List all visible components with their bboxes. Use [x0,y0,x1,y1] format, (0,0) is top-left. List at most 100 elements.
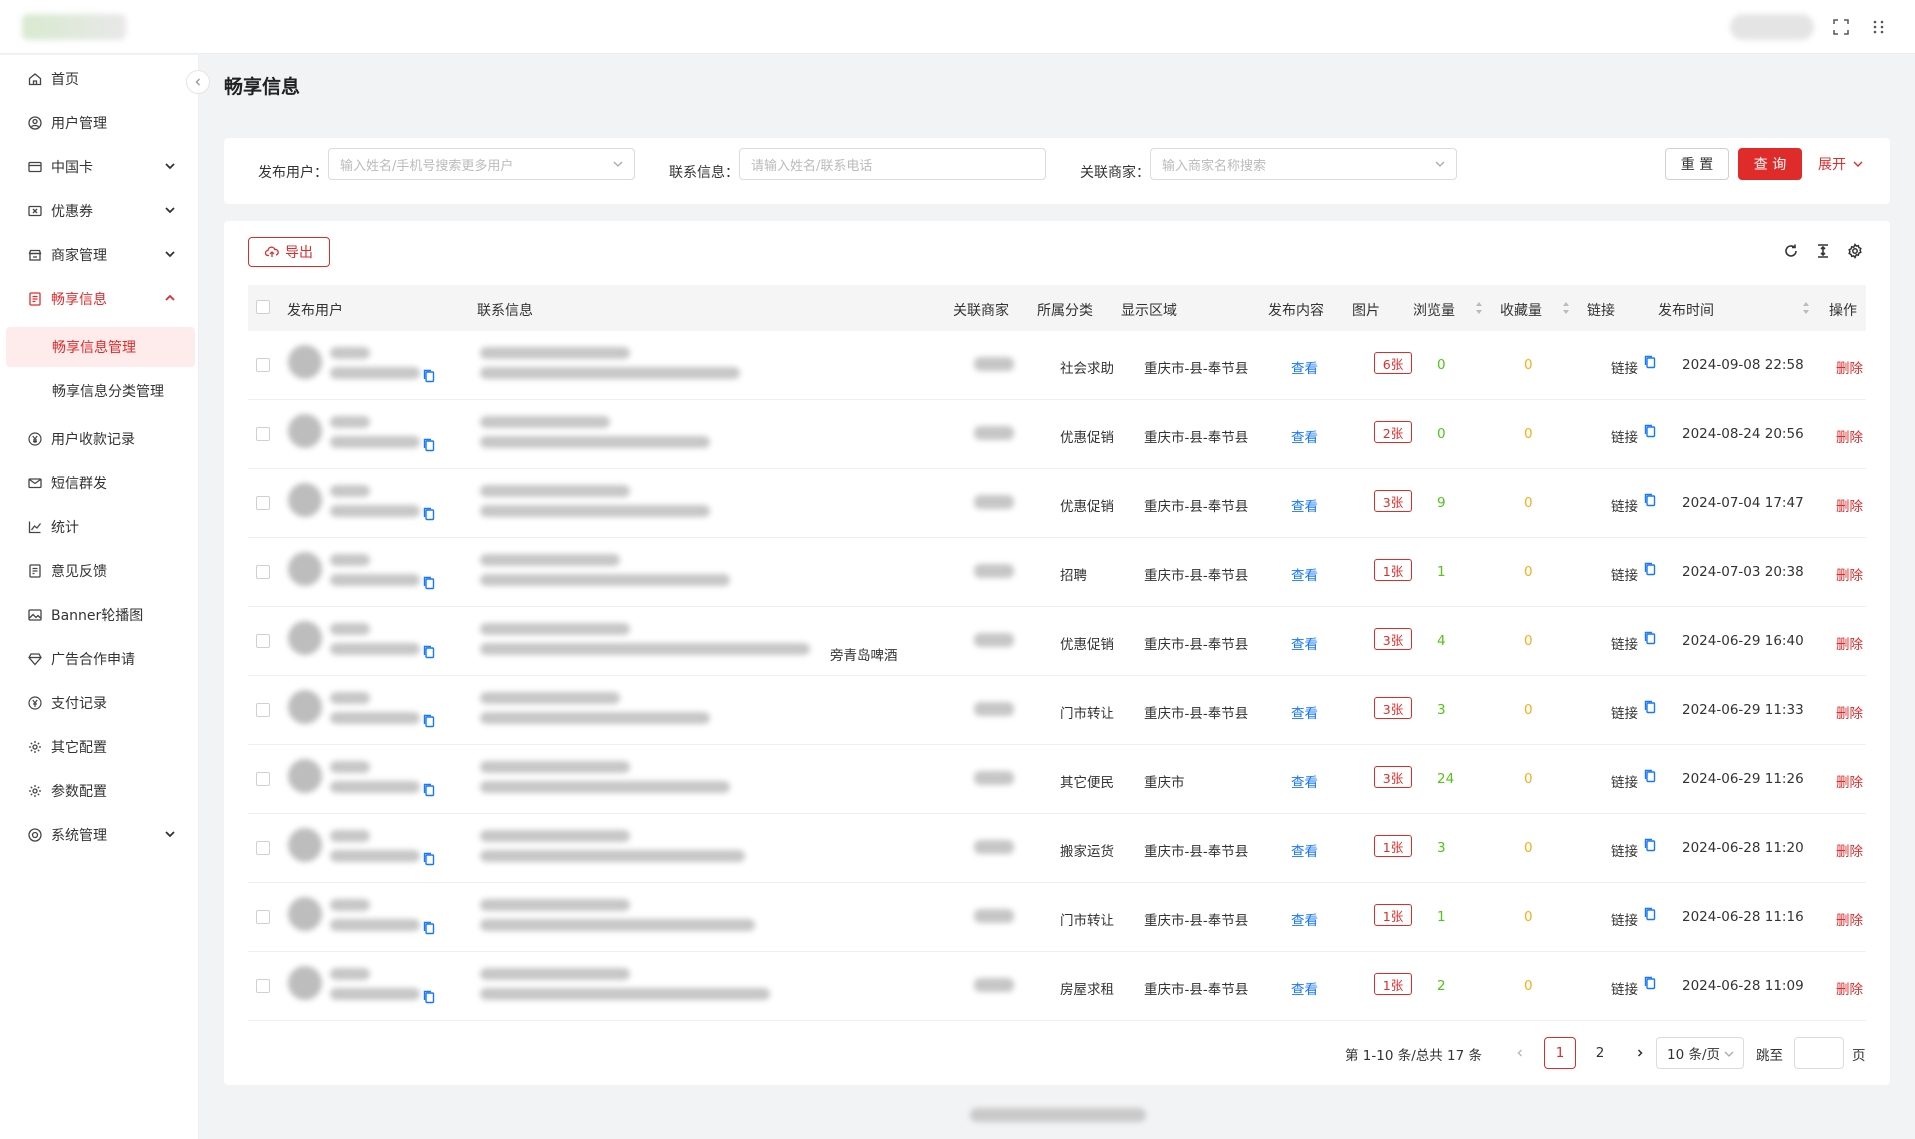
sidebar-item-user-receipts[interactable]: 用户收款记录 [0,419,199,459]
merchant-select[interactable]: 输入商家名称搜索 [1150,148,1457,180]
delete-link[interactable]: 删除 [1836,840,1863,860]
copy-icon[interactable] [423,921,435,935]
column-header[interactable]: 浏览量 [1413,300,1455,320]
row-checkbox[interactable] [256,427,270,441]
row-checkbox[interactable] [256,841,270,855]
view-content-link[interactable]: 查看 [1291,702,1318,722]
sort-icon[interactable] [1801,299,1811,317]
row-checkbox[interactable] [256,565,270,579]
copy-icon[interactable] [1644,700,1656,714]
delete-link[interactable]: 删除 [1836,978,1863,998]
sidebar-item-home[interactable]: 首页 [0,59,199,99]
sidebar-item-payment-records[interactable]: 支付记录 [0,683,199,723]
image-count-badge[interactable]: 3张 [1374,697,1412,719]
view-content-link[interactable]: 查看 [1291,909,1318,929]
fullscreen-icon[interactable] [1830,16,1852,38]
copy-icon[interactable] [1644,562,1656,576]
page-2-button[interactable]: 2 [1584,1037,1616,1069]
sort-icon[interactable] [1561,299,1571,317]
sidebar-item-ad-cooperation[interactable]: 广告合作申请 [0,639,199,679]
column-height-icon[interactable] [1812,240,1834,262]
copy-icon[interactable] [1644,838,1656,852]
page-size-select[interactable]: 10 条/页 [1656,1037,1744,1069]
image-count-badge[interactable]: 3张 [1374,490,1412,512]
copy-icon[interactable] [423,438,435,452]
view-content-link[interactable]: 查看 [1291,771,1318,791]
image-count-badge[interactable]: 1张 [1374,835,1412,857]
row-checkbox[interactable] [256,772,270,786]
copy-icon[interactable] [423,990,435,1004]
copy-icon[interactable] [423,714,435,728]
sidebar-item-feedback[interactable]: 意见反馈 [0,551,199,591]
sidebar-item-system-management[interactable]: 系统管理 [0,815,199,855]
grid-dots-icon[interactable] [1868,16,1890,38]
image-count-badge[interactable]: 6张 [1374,352,1412,374]
copy-icon[interactable] [423,507,435,521]
row-checkbox[interactable] [256,703,270,717]
image-count-badge[interactable]: 1张 [1374,973,1412,995]
copy-icon[interactable] [423,576,435,590]
copy-icon[interactable] [1644,907,1656,921]
row-checkbox[interactable] [256,910,270,924]
row-checkbox[interactable] [256,496,270,510]
copy-icon[interactable] [423,852,435,866]
sidebar-item-china-card[interactable]: 中国卡 [0,147,199,187]
delete-link[interactable]: 删除 [1836,495,1863,515]
sort-icon[interactable] [1474,299,1484,317]
copy-icon[interactable] [423,645,435,659]
sidebar-subitem-share-info-management[interactable]: 畅享信息管理 [6,327,195,367]
copy-icon[interactable] [423,369,435,383]
select-all-checkbox[interactable] [256,300,270,314]
copy-icon[interactable] [1644,631,1656,645]
reset-button[interactable]: 重 置 [1665,148,1729,180]
sidebar-collapse-button[interactable] [186,70,210,94]
delete-link[interactable]: 删除 [1836,771,1863,791]
image-count-badge[interactable]: 2张 [1374,421,1412,443]
view-content-link[interactable]: 查看 [1291,840,1318,860]
view-content-link[interactable]: 查看 [1291,357,1318,377]
sidebar-item-merchant[interactable]: 商家管理 [0,235,199,275]
image-count-badge[interactable]: 1张 [1374,559,1412,581]
sidebar-item-other-config[interactable]: 其它配置 [0,727,199,767]
delete-link[interactable]: 删除 [1836,357,1863,377]
sidebar-item-statistics[interactable]: 统计 [0,507,199,547]
view-content-link[interactable]: 查看 [1291,426,1318,446]
next-page-button[interactable] [1624,1037,1656,1069]
image-count-badge[interactable]: 3张 [1374,628,1412,650]
sidebar-item-sms-broadcast[interactable]: 短信群发 [0,463,199,503]
copy-icon[interactable] [423,783,435,797]
export-button[interactable]: 导出 [248,237,330,267]
image-count-badge[interactable]: 1张 [1374,904,1412,926]
copy-icon[interactable] [1644,976,1656,990]
view-content-link[interactable]: 查看 [1291,978,1318,998]
image-count-badge[interactable]: 3张 [1374,766,1412,788]
view-content-link[interactable]: 查看 [1291,495,1318,515]
copy-icon[interactable] [1644,424,1656,438]
delete-link[interactable]: 删除 [1836,564,1863,584]
sidebar-subitem-share-info-category[interactable]: 畅享信息分类管理 [6,371,195,411]
delete-link[interactable]: 删除 [1836,909,1863,929]
copy-icon[interactable] [1644,355,1656,369]
sidebar-item-coupon[interactable]: 优惠券 [0,191,199,231]
row-checkbox[interactable] [256,634,270,648]
copy-icon[interactable] [1644,493,1656,507]
view-content-link[interactable]: 查看 [1291,564,1318,584]
column-header[interactable]: 收藏量 [1500,300,1542,320]
prev-page-button[interactable] [1504,1037,1536,1069]
query-button[interactable]: 查 询 [1738,148,1802,180]
row-checkbox[interactable] [256,358,270,372]
column-header[interactable]: 发布时间 [1658,300,1714,320]
sidebar-item-banner[interactable]: Banner轮播图 [0,595,199,635]
publisher-select[interactable]: 输入姓名/手机号搜索更多用户 [328,148,635,180]
expand-toggle[interactable]: 展开 [1818,148,1874,180]
sidebar-item-user-management[interactable]: 用户管理 [0,103,199,143]
copy-icon[interactable] [1644,769,1656,783]
jump-page-input[interactable] [1794,1037,1844,1069]
settings-icon[interactable] [1844,240,1866,262]
sidebar-item-param-config[interactable]: 参数配置 [0,771,199,811]
delete-link[interactable]: 删除 [1836,426,1863,446]
contact-input[interactable]: 请输入姓名/联系电话 [739,148,1046,180]
page-1-button[interactable]: 1 [1544,1037,1576,1069]
sidebar-item-share-info[interactable]: 畅享信息 [0,279,199,319]
refresh-icon[interactable] [1780,240,1802,262]
